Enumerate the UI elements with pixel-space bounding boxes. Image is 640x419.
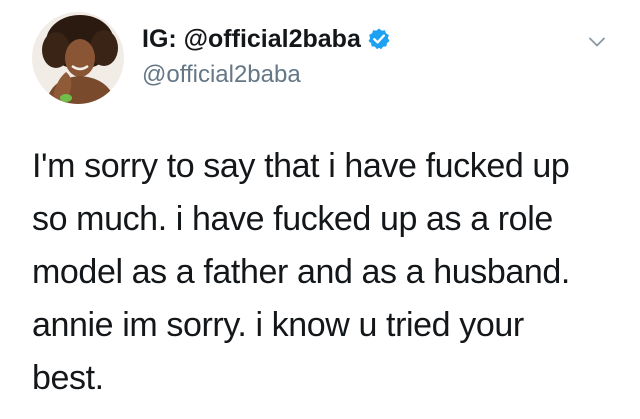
chevron-down-icon: [589, 37, 605, 47]
tweet-text-line: model as a father and as a husband.: [32, 253, 570, 291]
avatar[interactable]: [32, 12, 124, 104]
avatar-image: [32, 12, 124, 104]
tweet-text-line: best.: [32, 359, 104, 397]
tweet-text-line: so much. i have fucked up as a role: [32, 200, 553, 238]
tweet-text: I'm sorry to say that i have fucked up s…: [32, 140, 632, 405]
tweet-card: IG: @official2baba @official2baba I'm so…: [0, 0, 640, 419]
tweet-menu-button[interactable]: [583, 28, 611, 56]
tweet-text-line: I'm sorry to say that i have fucked up: [32, 147, 570, 185]
tweet-text-line: annie im sorry. i know u tried your: [32, 306, 524, 344]
display-name[interactable]: IG: @official2baba: [142, 24, 391, 54]
verified-badge-icon: [367, 27, 391, 51]
handle[interactable]: @official2baba: [142, 60, 301, 90]
display-name-text: IG: @official2baba: [142, 25, 361, 53]
